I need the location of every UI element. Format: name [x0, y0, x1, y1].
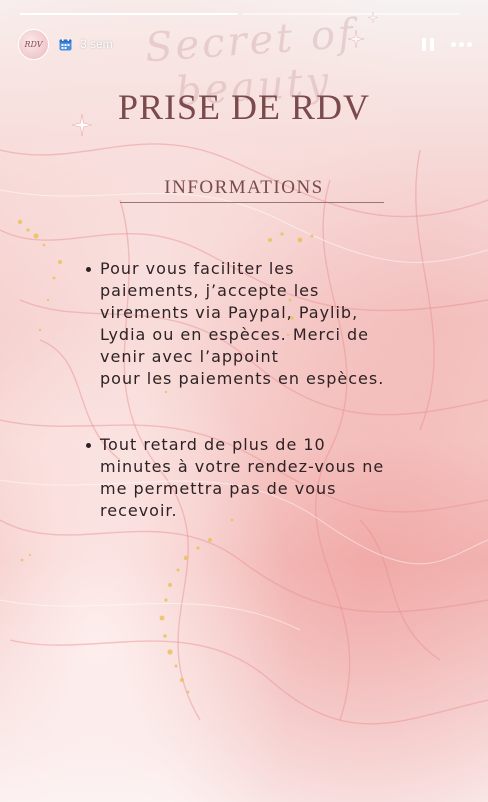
- sparkle-icon: [348, 30, 364, 48]
- info-list: Pour vous faciliter les paiements, j’acc…: [86, 258, 426, 566]
- bullet-icon: [86, 267, 91, 272]
- list-item: Tout retard de plus de 10 minutes à votr…: [86, 434, 426, 522]
- avatar[interactable]: RDV: [18, 28, 49, 60]
- post-time: 3 sem: [80, 37, 113, 51]
- story-header: RDV 3 sem: [18, 28, 472, 60]
- list-item: Pour vous faciliter les paiements, j’acc…: [86, 258, 426, 390]
- progress-segment: [242, 13, 460, 15]
- page-title: PRISE DE RDV: [117, 87, 371, 127]
- list-item-text: Tout retard de plus de 10 minutes à votr…: [100, 435, 385, 520]
- story-progress: [20, 13, 460, 15]
- progress-segment: [20, 13, 238, 15]
- heading-underline: [120, 202, 384, 203]
- bullet-icon: [86, 443, 91, 448]
- story-controls: [421, 37, 472, 51]
- more-icon[interactable]: [451, 41, 472, 47]
- section-heading: INFORMATIONS: [164, 177, 324, 198]
- pause-icon[interactable]: [421, 37, 435, 51]
- story-viewer[interactable]: Secret of beauty RDV 3 sem PRISE DE RDV: [0, 0, 488, 802]
- calendar-icon: [59, 37, 72, 50]
- list-item-text: Pour vous faciliter les paiements, j’acc…: [100, 259, 385, 388]
- sparkle-icon: [368, 12, 378, 23]
